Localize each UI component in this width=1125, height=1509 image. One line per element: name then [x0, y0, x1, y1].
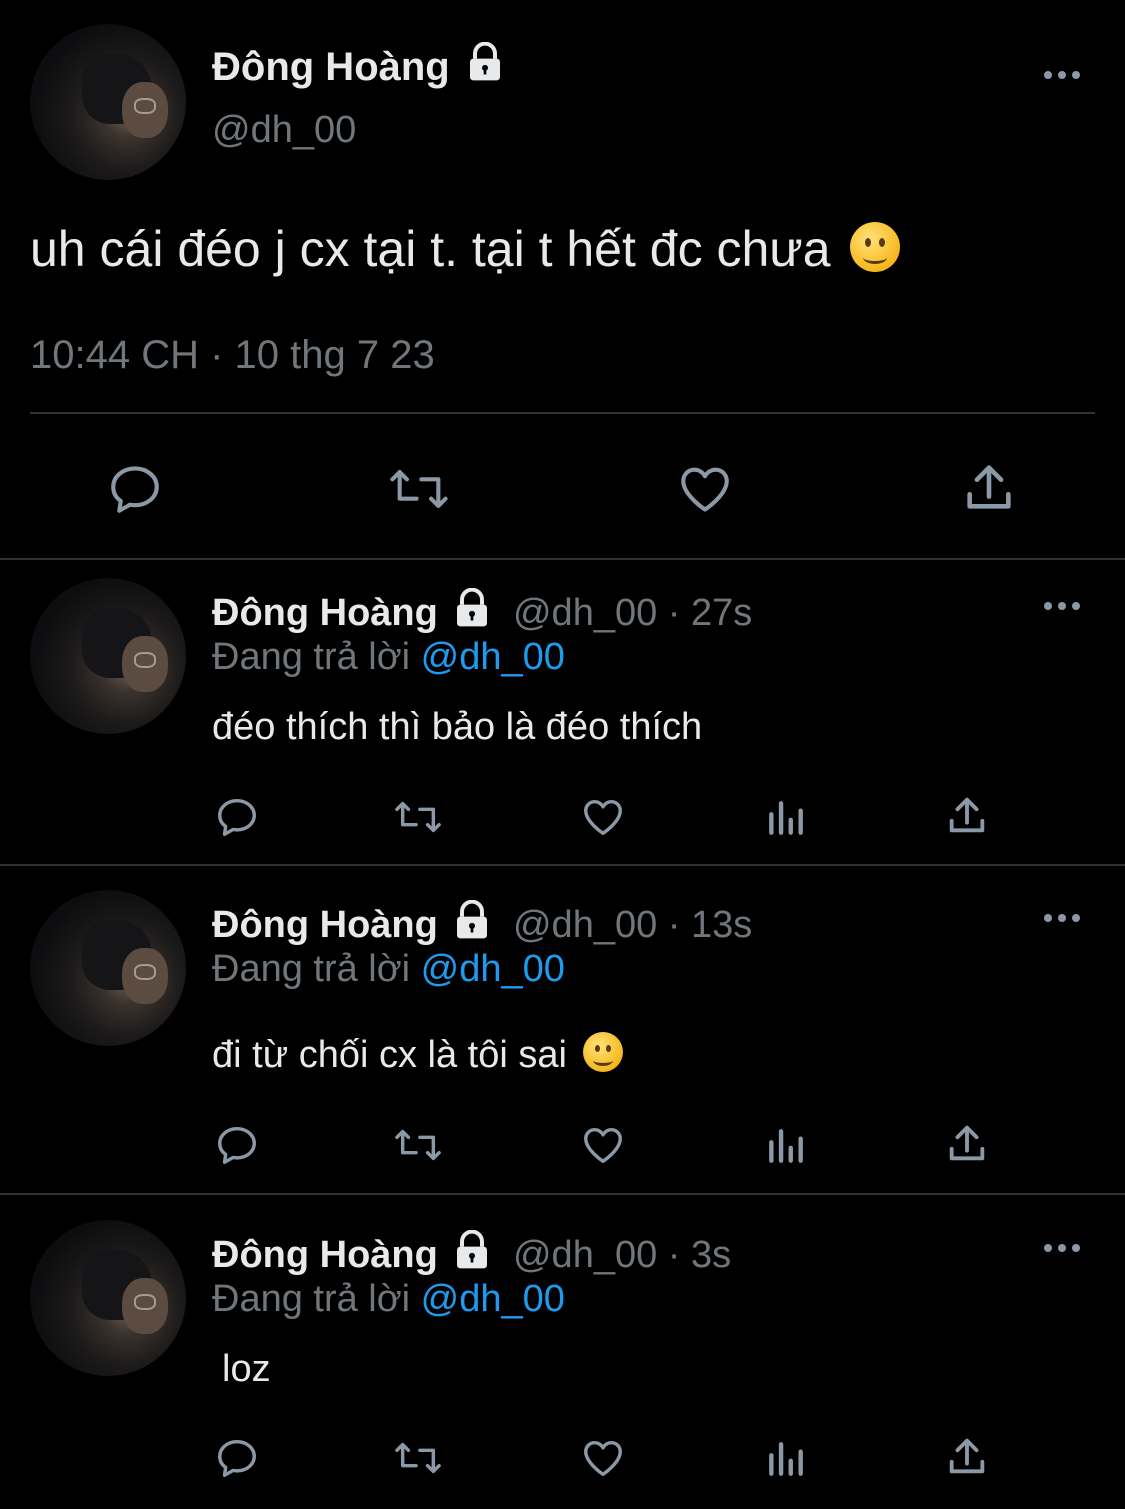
like-icon[interactable] [580, 1122, 626, 1168]
display-name[interactable]: Đông Hoàng [212, 592, 438, 634]
like-icon[interactable] [580, 794, 626, 840]
tweet-divider [0, 1193, 1125, 1195]
tweet-divider [0, 558, 1125, 560]
reply-icon[interactable] [214, 1122, 260, 1168]
slightly-smiling-face-icon [583, 1032, 624, 1072]
reply-text: đéo thích thì bảo là đéo thích [212, 706, 703, 748]
lock-icon [457, 900, 488, 939]
replying-to-label: Đang trả lời [212, 948, 411, 990]
reply-header: Đông Hoàng @dh_00 · 13s [212, 900, 752, 947]
replying-to-link[interactable]: @dh_00 [421, 948, 565, 990]
reply-icon[interactable] [106, 460, 164, 518]
handle-and-time[interactable]: @dh_00 · 27s [513, 592, 752, 634]
avatar[interactable] [30, 578, 186, 734]
avatar[interactable] [30, 24, 186, 180]
more-icon[interactable] [1044, 602, 1080, 612]
lock-icon [457, 1230, 488, 1269]
replying-to: Đang trả lời @dh_00 [212, 1278, 565, 1321]
avatar[interactable] [30, 1220, 186, 1376]
tweet-text: uh cái đéo j cx tại t. tại t hết đc chưa [30, 220, 901, 278]
like-icon[interactable] [580, 1435, 626, 1481]
reply-body: đi từ chối cx là tôi sai [212, 1034, 567, 1076]
tweet-timestamp[interactable]: 10:44 CH · 10 thg 7 23 [30, 333, 435, 378]
views-icon[interactable] [764, 1437, 808, 1481]
handle[interactable]: @dh_00 [212, 109, 356, 152]
replying-to-link[interactable]: @dh_00 [421, 636, 565, 678]
handle-and-time[interactable]: @dh_00 · 3s [513, 1234, 731, 1276]
replying-to-label: Đang trả lời [212, 636, 411, 678]
lock-icon [457, 588, 488, 627]
tweet-divider [0, 864, 1125, 866]
replying-to: Đang trả lời @dh_00 [212, 948, 565, 991]
tweet-body: uh cái đéo j cx tại t. tại t hết đc chưa [30, 221, 831, 277]
divider [30, 412, 1095, 414]
display-name[interactable]: Đông Hoàng [212, 42, 505, 90]
reply-icon[interactable] [214, 794, 260, 840]
share-icon[interactable] [944, 792, 990, 838]
slightly-smiling-face-icon [850, 222, 901, 272]
share-icon[interactable] [944, 1120, 990, 1166]
replying-to: Đang trả lời @dh_00 [212, 636, 565, 679]
reply-header: Đông Hoàng @dh_00 · 3s [212, 1230, 731, 1277]
avatar[interactable] [30, 890, 186, 1046]
reply-icon[interactable] [214, 1435, 260, 1481]
more-icon[interactable] [1044, 1244, 1080, 1254]
views-icon[interactable] [764, 796, 808, 840]
retweet-icon[interactable] [392, 1122, 444, 1168]
reply-text: loz [222, 1348, 271, 1390]
replying-to-link[interactable]: @dh_00 [421, 1278, 565, 1320]
display-name[interactable]: Đông Hoàng [212, 1234, 438, 1276]
display-name-text: Đông Hoàng [212, 45, 450, 89]
share-icon[interactable] [944, 1433, 990, 1479]
more-icon[interactable] [1044, 914, 1080, 924]
lock-icon [469, 42, 500, 81]
retweet-icon[interactable] [392, 1435, 444, 1481]
retweet-icon[interactable] [386, 460, 452, 518]
share-icon[interactable] [960, 458, 1018, 516]
views-icon[interactable] [764, 1124, 808, 1168]
display-name[interactable]: Đông Hoàng [212, 904, 438, 946]
replying-to-label: Đang trả lời [212, 1278, 411, 1320]
like-icon[interactable] [676, 460, 734, 518]
more-icon[interactable] [1044, 71, 1080, 81]
reply-header: Đông Hoàng @dh_00 · 27s [212, 588, 752, 635]
retweet-icon[interactable] [392, 794, 444, 840]
reply-text: đi từ chối cx là tôi sai [212, 1032, 624, 1077]
handle-and-time[interactable]: @dh_00 · 13s [513, 904, 752, 946]
